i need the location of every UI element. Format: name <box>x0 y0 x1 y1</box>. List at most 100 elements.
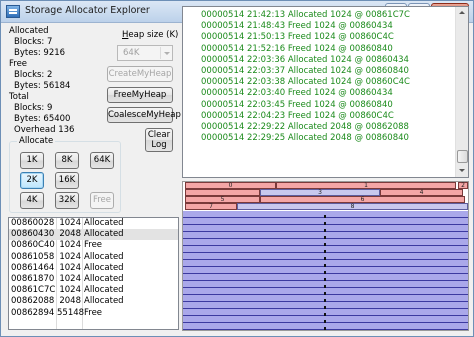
scroll-down-icon[interactable] <box>456 165 468 177</box>
block-address: 00862088 <box>11 296 55 307</box>
log-entry[interactable]: 00000514 22:03:40 Freed 1024 @ 00860434 <box>201 88 456 99</box>
chevron-down-icon <box>160 47 171 59</box>
allocate-2k-button[interactable]: 2K <box>20 172 44 189</box>
app-icon <box>6 5 20 18</box>
allocate-16k-button[interactable]: 16K <box>55 172 79 189</box>
heap-stats: Allocated Blocks: 7 Bytes: 9216 Free Blo… <box>9 26 74 136</box>
app-window: Storage Allocator Explorer – □ ✕ Allocat… <box>0 0 474 337</box>
table-row[interactable]: 00861464 1024 Allocated <box>9 263 178 274</box>
block-address: 00860C40 <box>11 240 55 251</box>
log-entry[interactable]: 00000514 21:50:13 Freed 1024 @ 00860C4C <box>201 32 456 43</box>
heap-marker <box>324 299 326 302</box>
total-label: Total <box>9 92 29 102</box>
heap-marker <box>324 278 326 281</box>
log-entry[interactable]: 00000514 22:29:25 Allocated 2048 @ 00860… <box>201 133 456 144</box>
block-address: 00861870 <box>11 273 55 284</box>
log-entry[interactable]: 00000514 21:42:13 Allocated 1024 @ 00861… <box>201 10 456 21</box>
block-address: 00861464 <box>11 262 55 273</box>
heap-block-label: 5 <box>220 196 225 203</box>
block-status: Free <box>84 307 103 318</box>
free-blocks: Blocks: 2 <box>14 70 53 80</box>
heap-row-line <box>183 322 468 323</box>
free-heap-button[interactable]: FreeMyHeap <box>107 87 173 103</box>
free-space-area <box>183 211 468 330</box>
clear-log-button[interactable]: Clear Log <box>145 128 173 152</box>
heap-marker <box>324 243 326 246</box>
heap-marker <box>324 264 326 267</box>
heap-row-line <box>183 287 468 288</box>
heap-block-label: 3 <box>318 189 322 196</box>
scroll-up-icon[interactable] <box>456 7 468 19</box>
block-status: Allocated <box>84 218 124 228</box>
heap-block-6: 6 <box>260 196 465 203</box>
heap-block-label: 1 <box>364 182 368 189</box>
table-row[interactable]: 00862088 2048 Allocated <box>9 296 178 307</box>
window-title: Storage Allocator Explorer <box>25 5 150 16</box>
table-row[interactable]: 00860C40 1024 Free <box>9 240 178 251</box>
block-status: Allocated <box>84 262 124 273</box>
block-status: Allocated <box>84 285 124 296</box>
log-entry[interactable]: 00000514 22:29:22 Allocated 2048 @ 00862… <box>201 122 456 133</box>
heap-block-7: 7 <box>185 203 237 210</box>
event-log[interactable]: 00000514 21:42:13 Allocated 1024 @ 00861… <box>182 6 469 178</box>
block-status: Allocated <box>84 229 124 240</box>
create-heap-button[interactable]: CreateMyHeap <box>107 66 173 82</box>
block-status: Allocated <box>84 251 124 262</box>
scroll-thumb[interactable] <box>457 150 468 163</box>
log-entry[interactable]: 00000514 22:03:45 Freed 1024 @ 00860840 <box>201 100 456 111</box>
log-rows: 00000514 21:42:13 Allocated 1024 @ 00861… <box>201 10 456 144</box>
block-address: 00861C7C <box>11 285 56 296</box>
table-row[interactable]: 00862894 55148 Free <box>9 308 178 319</box>
block-table[interactable]: 00860028 1024 Allocated 00860430 2048 Allocat… <box>8 217 179 330</box>
free-block-button[interactable]: Free <box>90 192 114 209</box>
block-status: Allocated <box>84 273 124 284</box>
table-row[interactable]: 00860430 2048 Allocated <box>9 229 178 241</box>
log-entry[interactable]: 00000514 22:03:36 Allocated 1024 @ 00860… <box>201 55 456 66</box>
heap-row-line <box>183 231 468 232</box>
heap-block-label: 2 <box>461 182 465 189</box>
coalesce-heap-button[interactable]: CoalesceMyHeap <box>107 107 181 123</box>
block-rows: 00860028 1024 Allocated 00860430 2048 Allocat… <box>9 218 178 319</box>
allocate-4k-button[interactable]: 4K <box>20 192 44 209</box>
heap-row-line <box>183 245 468 246</box>
block-size: 1024 <box>59 240 81 251</box>
heap-marker <box>324 250 326 253</box>
heap-size-select[interactable]: 64K <box>117 45 173 61</box>
log-entry[interactable]: 00000514 22:03:37 Allocated 1024 @ 00860… <box>201 66 456 77</box>
allocate-group-title: Allocate <box>17 136 56 146</box>
heap-row-line <box>183 224 468 225</box>
log-scrollbar[interactable] <box>455 7 468 177</box>
heap-row-line <box>183 217 468 218</box>
table-row[interactable]: 00861C7C 1024 Allocated <box>9 285 178 296</box>
block-size: 1024 <box>59 285 81 296</box>
heap-block-4: 4 <box>380 189 463 196</box>
table-row[interactable]: 00860028 1024 Allocated <box>9 218 178 229</box>
allocate-8k-button[interactable]: 8K <box>55 152 79 169</box>
heap-marker <box>324 236 326 239</box>
log-entry[interactable]: 00000514 22:04:23 Freed 1024 @ 00860C4C <box>201 111 456 122</box>
block-size: 2048 <box>59 229 81 240</box>
heap-marker <box>324 313 326 316</box>
heap-block-label: 8 <box>350 203 355 210</box>
heap-block-label: 6 <box>360 196 365 203</box>
allocate-32k-button[interactable]: 32K <box>55 192 79 209</box>
heap-marker <box>324 222 326 225</box>
log-entry[interactable]: 00000514 22:03:38 Allocated 1024 @ 00860… <box>201 77 456 88</box>
heap-row-line <box>183 266 468 267</box>
block-address: 00861058 <box>11 251 55 262</box>
table-row[interactable]: 00861058 1024 Allocated <box>9 252 178 263</box>
allocate-64k-button[interactable]: 64K <box>90 152 114 169</box>
table-row[interactable]: 00861870 1024 Allocated <box>9 274 178 285</box>
heap-marker <box>324 271 326 274</box>
log-entry[interactable]: 00000514 21:52:16 Freed 1024 @ 00860840 <box>201 44 456 55</box>
allocate-1k-button[interactable]: 1K <box>20 152 44 169</box>
heap-row-line <box>183 301 468 302</box>
free-bytes: Bytes: 56184 <box>14 81 71 91</box>
free-label: Free <box>9 59 28 69</box>
heap-block-label: 7 <box>209 203 213 210</box>
log-entry[interactable]: 00000514 21:48:43 Freed 1024 @ 00860434 <box>201 21 456 32</box>
clear-log-label-1: Clear <box>147 130 171 140</box>
block-size: 1024 <box>59 273 81 284</box>
heap-row-line <box>183 238 468 239</box>
block-status: Free <box>84 240 103 251</box>
